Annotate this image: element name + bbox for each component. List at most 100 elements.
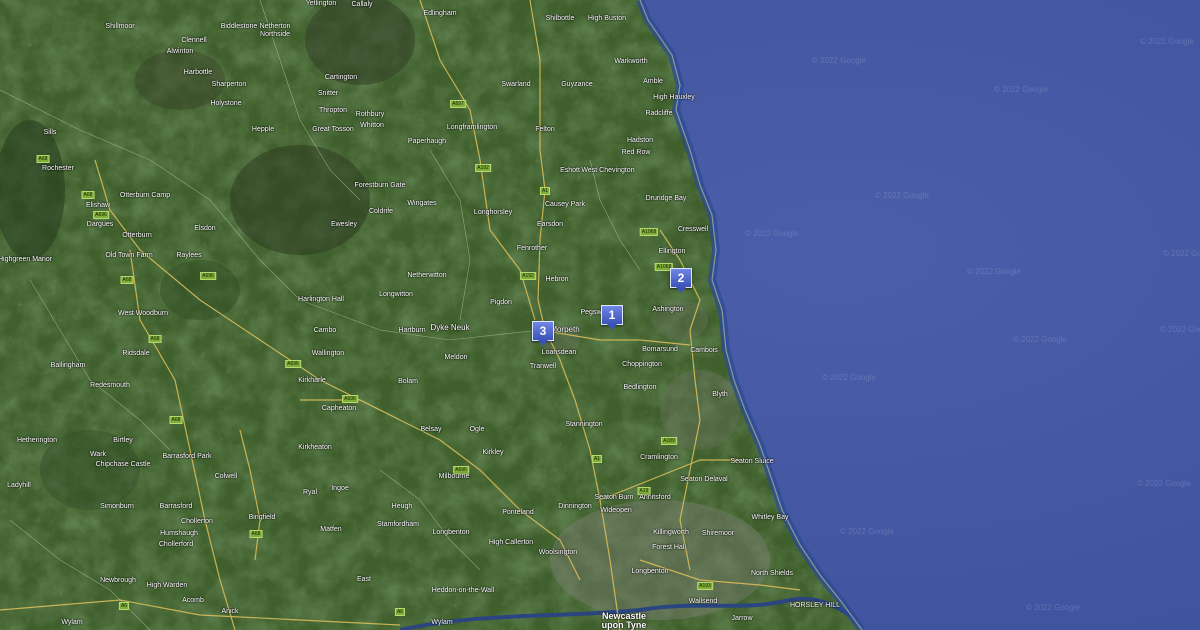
place-label: Dyke Neuk bbox=[430, 323, 470, 332]
place-label: Chipchase Castle bbox=[95, 461, 151, 468]
place-label: Cresswell bbox=[677, 226, 709, 233]
map-marker-3[interactable]: 3 bbox=[532, 321, 554, 347]
place-label: Thropton bbox=[318, 107, 348, 114]
road-shield: A6 bbox=[118, 602, 130, 610]
place-label: Highgreen Manor bbox=[0, 256, 53, 263]
place-label: Ryal bbox=[302, 489, 318, 496]
place-label: Causey Park bbox=[544, 201, 586, 208]
place-label: West Woodburn bbox=[118, 310, 168, 317]
place-label: Cambo bbox=[313, 327, 337, 334]
place-label: Ballingham bbox=[50, 362, 86, 369]
place-label: Blyth bbox=[712, 391, 728, 398]
watermark: © 2022 Google bbox=[1160, 325, 1200, 334]
place-label: Jarrow bbox=[731, 615, 753, 622]
watermark: © 2022 Google bbox=[1013, 335, 1067, 344]
place-label: Elsdon bbox=[194, 225, 216, 232]
place-label: Druridge Bay bbox=[645, 195, 687, 202]
place-label: Raylees bbox=[176, 252, 202, 259]
place-label: Eshott bbox=[560, 167, 580, 174]
place-label: High Callerton bbox=[488, 539, 534, 546]
place-label: HORSLEY HILL bbox=[789, 602, 841, 609]
place-label: Annitsford bbox=[639, 494, 671, 501]
place-label: Tranwell bbox=[529, 363, 557, 370]
place-label: Northside bbox=[260, 31, 290, 38]
place-label: Simonburn bbox=[100, 503, 134, 510]
road-shield: A1068 bbox=[639, 228, 659, 236]
place-label: Meldon bbox=[444, 354, 468, 361]
place-label: Ladyhill bbox=[7, 482, 31, 489]
watermark: © 2022 Google bbox=[745, 229, 799, 238]
place-label: Chollerton bbox=[181, 518, 213, 525]
place-label: East bbox=[356, 576, 372, 583]
watermark: © 2022 Google bbox=[1140, 37, 1194, 46]
place-label: Redesmouth bbox=[90, 382, 130, 389]
place-label: Whitley Bay bbox=[751, 514, 789, 521]
place-label: Snitter bbox=[317, 90, 339, 97]
place-label: Hartburn bbox=[398, 327, 426, 334]
place-label: Wideopen bbox=[600, 507, 632, 514]
place-label: Anick bbox=[221, 608, 239, 615]
place-label: Loansdean bbox=[541, 349, 577, 356]
place-label: Otterburn Camp bbox=[119, 192, 171, 199]
place-label: High Buston bbox=[587, 15, 627, 22]
watermark: © 2022 Google bbox=[822, 373, 876, 382]
place-label: Callaly bbox=[351, 1, 373, 8]
place-label: Cambois bbox=[690, 347, 718, 354]
watermark: © 2022 Google bbox=[840, 527, 894, 536]
road-shield: A193 bbox=[697, 582, 713, 590]
marker-label: 1 bbox=[608, 308, 616, 322]
place-label: Longhorsley bbox=[473, 209, 513, 216]
place-label: Barrasford Park bbox=[162, 453, 212, 460]
place-label: Wylam bbox=[431, 619, 453, 626]
place-label: Stamfordham bbox=[376, 521, 420, 528]
place-label: Humshaugh bbox=[160, 530, 198, 537]
watermark: © 2022 Google bbox=[875, 191, 929, 200]
place-label: Longwitton bbox=[379, 291, 413, 298]
place-label: Ogle bbox=[469, 426, 485, 433]
place-label: Otterburn bbox=[122, 232, 152, 239]
place-label: Fenrother bbox=[516, 245, 548, 252]
place-label: Old Town Farm bbox=[105, 252, 153, 259]
place-label: Netherton bbox=[259, 23, 291, 30]
place-label: Cramlington bbox=[640, 454, 678, 461]
place-label: Warkworth bbox=[614, 58, 648, 65]
place-label: Capheaton bbox=[321, 405, 357, 412]
place-label: Killingworth bbox=[653, 529, 689, 536]
place-label: Shilbottle bbox=[545, 15, 575, 22]
place-label: Bedlington bbox=[623, 384, 657, 391]
road-shield: A192 bbox=[520, 272, 536, 280]
place-label: Seaton Delaval bbox=[680, 476, 728, 483]
place-label: Shiremoor bbox=[701, 530, 735, 537]
map-marker-1[interactable]: 1 bbox=[601, 305, 623, 331]
place-label: Wark bbox=[89, 451, 107, 458]
place-label: Stannington bbox=[565, 421, 603, 428]
map-view[interactable]: © 2022 Google © 2022 Google © 2022 Googl… bbox=[0, 0, 1200, 630]
place-label: Bolam bbox=[398, 378, 418, 385]
place-label: Ridsdale bbox=[122, 350, 150, 357]
place-label: Clennell bbox=[181, 37, 207, 44]
road-shield: A68 bbox=[120, 276, 134, 284]
place-label: Matfen bbox=[320, 526, 342, 533]
place-label: West Chevington bbox=[581, 167, 635, 174]
road-shield: A696 bbox=[285, 360, 301, 368]
place-label: Longbenton bbox=[432, 529, 470, 536]
place-label: Bingfield bbox=[248, 514, 276, 521]
place-label: Morpeth bbox=[550, 325, 580, 334]
marker-label: 2 bbox=[677, 271, 685, 285]
road-shield: A68 bbox=[148, 335, 162, 343]
map-marker-2[interactable]: 2 bbox=[670, 268, 692, 294]
road-shield: A68 bbox=[81, 191, 95, 199]
place-label: High Warden bbox=[146, 582, 188, 589]
road-shield: A68 bbox=[36, 155, 50, 163]
place-label: Coldrife bbox=[368, 208, 394, 215]
place-label: Ellington bbox=[658, 248, 686, 255]
place-label: Hebron bbox=[545, 276, 569, 283]
place-label: Rochester bbox=[42, 165, 74, 172]
place-label: Ponteland bbox=[502, 509, 534, 516]
place-label: High Hauxley bbox=[653, 94, 695, 101]
place-label: Radcliffe bbox=[645, 110, 673, 117]
place-label: Bomarsund bbox=[642, 346, 678, 353]
place-label: Heugh bbox=[391, 503, 413, 510]
place-label-city: Newcastle upon Tyne bbox=[601, 611, 647, 630]
place-label: Seaton Burn bbox=[594, 494, 634, 501]
